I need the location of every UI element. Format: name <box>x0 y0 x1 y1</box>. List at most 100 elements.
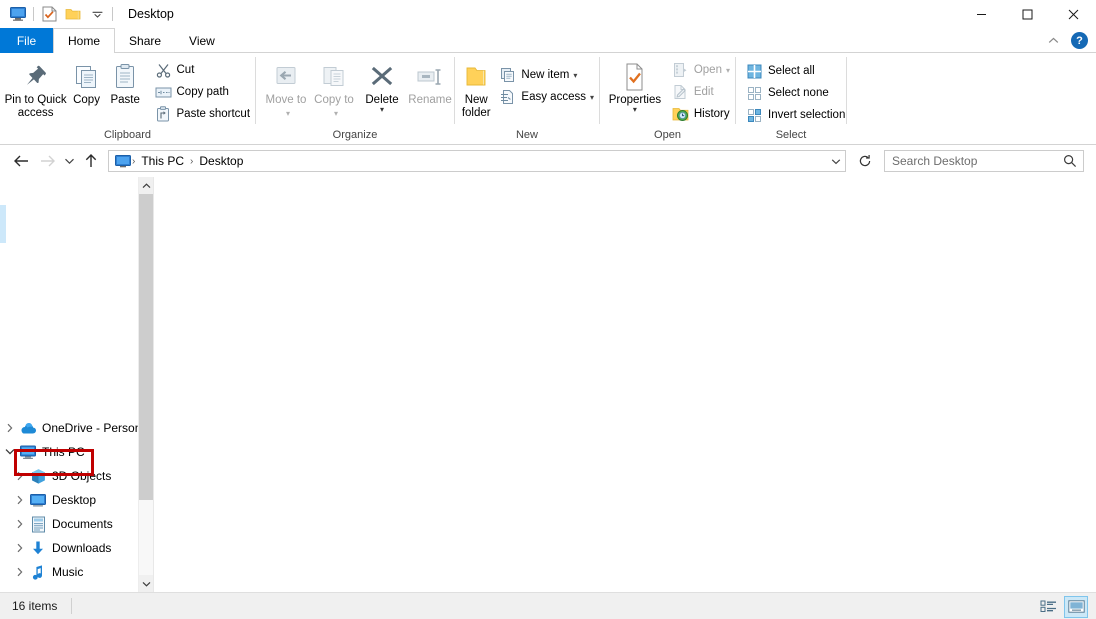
back-button[interactable] <box>8 148 34 174</box>
nav-pane-scrollbar[interactable] <box>138 177 153 592</box>
3d-objects-icon <box>28 466 48 486</box>
file-list-view[interactable] <box>153 177 1096 592</box>
new-item-label: New item <box>521 69 570 81</box>
tab-file[interactable]: File <box>0 28 53 53</box>
copy-path-button[interactable]: Copy path <box>151 81 256 103</box>
ribbon-group-organize: Move to ▾ Copy to ▾ Delete ▾ Rename Orga… <box>256 53 454 145</box>
tree-item-downloads-label: Downloads <box>52 541 112 555</box>
tree-item-this-pc[interactable]: This PC <box>0 440 138 464</box>
status-divider <box>71 598 73 614</box>
chevron-right-icon[interactable] <box>12 488 28 512</box>
cut-button[interactable]: Cut <box>151 59 256 81</box>
this-pc-icon[interactable] <box>6 3 30 25</box>
properties-caret-icon[interactable]: ▾ <box>633 106 637 114</box>
minimize-button[interactable] <box>958 0 1004 28</box>
scrollbar-thumb[interactable] <box>139 194 153 500</box>
tab-view[interactable]: View <box>175 28 229 53</box>
paste-label: Paste <box>110 94 140 106</box>
copy-to-button[interactable]: Copy to ▾ <box>310 58 358 120</box>
maximize-button[interactable] <box>1004 0 1050 28</box>
select-none-label: Select none <box>768 87 829 99</box>
tree-item-documents-label: Documents <box>52 517 113 531</box>
copy-button[interactable]: Copy <box>67 58 106 107</box>
help-button[interactable]: ? <box>1071 32 1088 49</box>
rename-label: Rename <box>408 94 452 106</box>
edit-button[interactable]: Edit <box>668 81 735 103</box>
new-folder-button[interactable]: New folder <box>461 58 491 120</box>
paste-button[interactable]: Paste <box>106 58 145 107</box>
invert-selection-button[interactable]: Invert selection <box>742 104 850 126</box>
new-folder-icon <box>462 60 490 94</box>
open-label: Open <box>693 64 722 76</box>
desktop-icon <box>28 490 48 510</box>
select-none-icon <box>745 84 764 102</box>
tree-item-music[interactable]: Music <box>0 560 138 584</box>
scroll-down-icon[interactable] <box>139 575 153 592</box>
ribbon-group-label-organize: Organize <box>332 129 378 141</box>
tree-item-3d-objects[interactable]: 3D Objects <box>0 464 138 488</box>
search-input[interactable] <box>885 153 1057 169</box>
tree-item-3d-objects-label: 3D Objects <box>52 469 112 483</box>
delete-x-icon <box>368 60 396 94</box>
large-icons-view-button[interactable] <box>1064 595 1088 618</box>
pin-to-quick-access-button[interactable]: Pin to Quick access <box>4 58 67 120</box>
close-button[interactable] <box>1050 0 1096 28</box>
chevron-right-icon[interactable] <box>2 416 18 440</box>
forward-button[interactable] <box>34 148 60 174</box>
chevron-right-icon[interactable] <box>12 536 28 560</box>
pin-to-quick-access-label: Pin to Quick access <box>4 94 67 119</box>
chevron-right-icon[interactable] <box>12 560 28 584</box>
delete-button[interactable]: Delete ▾ <box>358 58 406 114</box>
properties-icon <box>621 60 648 94</box>
up-button[interactable] <box>78 148 104 174</box>
copy-icon <box>73 60 101 94</box>
new-item-button[interactable]: New item ▾ <box>495 64 599 86</box>
breadcrumb-item-desktop[interactable]: Desktop <box>194 151 248 171</box>
address-dropdown-icon[interactable] <box>826 151 845 171</box>
breadcrumb[interactable]: › This PC › Desktop <box>108 150 846 172</box>
select-all-button[interactable]: Select all <box>742 60 850 82</box>
chevron-down-icon[interactable] <box>2 440 18 464</box>
search-box[interactable] <box>884 150 1084 172</box>
navigation-pane[interactable]: OneDrive - Personal This PC 3D Objects D… <box>0 177 153 592</box>
history-icon <box>671 105 690 123</box>
tree-item-documents[interactable]: Documents <box>0 512 138 536</box>
new-folder-icon[interactable] <box>61 3 85 25</box>
qat-divider-2 <box>112 7 113 21</box>
easy-access-label: Easy access <box>521 91 586 103</box>
scroll-up-icon[interactable] <box>139 177 153 194</box>
view-buttons <box>1036 593 1088 619</box>
tree-item-this-pc-label: This PC <box>42 445 85 459</box>
paste-shortcut-button[interactable]: Paste shortcut <box>151 103 256 125</box>
properties-button[interactable]: Properties ▾ <box>604 58 666 114</box>
details-view-button[interactable] <box>1036 596 1060 618</box>
breadcrumb-this-pc-icon <box>109 154 131 168</box>
tab-home[interactable]: Home <box>53 28 116 54</box>
recent-locations-button[interactable] <box>60 148 78 174</box>
chevron-right-icon[interactable] <box>12 512 28 536</box>
tree-item-desktop[interactable]: Desktop <box>0 488 138 512</box>
refresh-button[interactable] <box>852 148 878 174</box>
move-to-button[interactable]: Move to ▾ <box>262 58 310 120</box>
delete-caret-icon[interactable]: ▾ <box>380 106 384 114</box>
select-none-button[interactable]: Select none <box>742 82 850 104</box>
chevron-right-icon[interactable] <box>12 464 28 488</box>
collapse-ribbon-icon[interactable] <box>1043 31 1063 51</box>
open-button[interactable]: Open ▾ <box>668 59 735 81</box>
rename-button[interactable]: Rename <box>406 58 454 107</box>
copy-to-icon <box>319 60 349 94</box>
new-item-caret-icon: ▾ <box>573 70 578 80</box>
search-icon[interactable] <box>1057 154 1083 168</box>
properties-check-icon[interactable] <box>37 3 61 25</box>
history-button[interactable]: History <box>668 103 735 125</box>
tree-item-onedrive[interactable]: OneDrive - Personal <box>0 416 151 440</box>
copy-path-icon <box>154 83 173 101</box>
breadcrumb-item-this-pc[interactable]: This PC <box>136 151 189 171</box>
ribbon-controls: ? <box>1043 28 1092 53</box>
quick-access-toolbar <box>0 0 116 28</box>
customize-qat-chevron-icon[interactable] <box>85 3 109 25</box>
tree-item-music-label: Music <box>52 565 84 579</box>
tab-share[interactable]: Share <box>115 28 175 53</box>
tree-item-downloads[interactable]: Downloads <box>0 536 138 560</box>
easy-access-button[interactable]: Easy access ▾ <box>495 86 599 108</box>
